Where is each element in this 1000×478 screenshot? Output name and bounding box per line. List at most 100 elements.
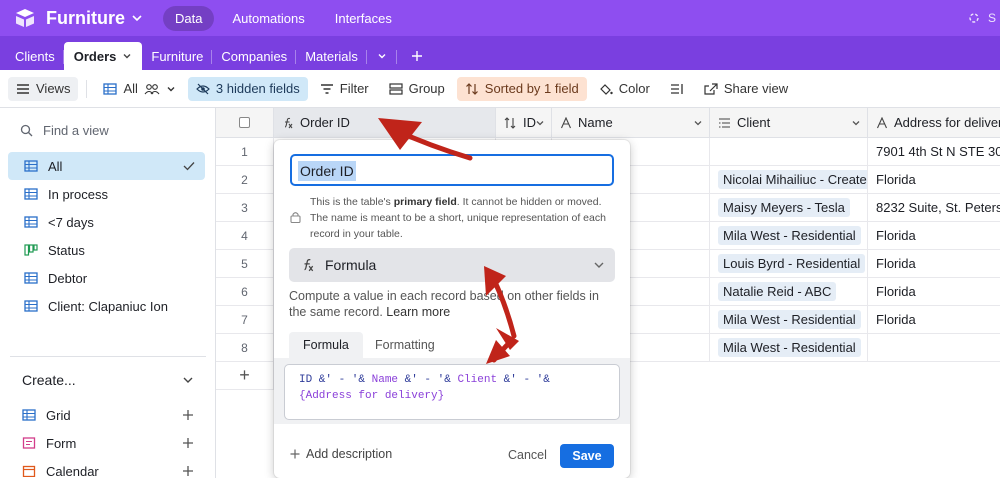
sort-button[interactable]: Sorted by 1 field (456, 76, 587, 101)
address-cell[interactable]: 7901 4th St N STE 300 S (868, 138, 1000, 165)
cancel-button[interactable]: Cancel (508, 448, 547, 462)
checkbox-icon[interactable] (239, 117, 250, 128)
sidebar-divider (10, 356, 206, 357)
base-name[interactable]: Furniture (46, 8, 125, 29)
client-cell[interactable]: Nicolai Mihailiuc - CreateGo (710, 166, 868, 193)
hidden-fields-label: 3 hidden fields (215, 81, 300, 96)
text-field-icon (876, 116, 888, 129)
client-cell[interactable] (710, 138, 868, 165)
save-button[interactable]: Save (560, 444, 614, 468)
formula-input[interactable]: ID &' - '& Name &' - '& Client &' - '& {… (284, 364, 620, 420)
add-description-button[interactable]: Add description (290, 447, 392, 461)
view-switcher-button[interactable]: All (95, 77, 183, 101)
address-cell[interactable]: Florida (868, 222, 1000, 249)
select-all-checkbox-cell[interactable] (216, 108, 274, 137)
plus-icon[interactable] (182, 465, 194, 477)
address-cell[interactable]: Florida (868, 278, 1000, 305)
nav-automations[interactable]: Automations (220, 6, 316, 31)
users-icon (144, 83, 160, 95)
share-view-button[interactable]: Share view (696, 77, 796, 101)
learn-more-link[interactable]: Learn more (386, 305, 450, 319)
hidden-fields-button[interactable]: 3 hidden fields (187, 76, 308, 101)
sidebar-view-client-clapaniuc[interactable]: Client: Clapaniuc Ion (8, 292, 205, 320)
row-number[interactable]: 3 (216, 194, 274, 221)
column-header-address[interactable]: Address for delivery (868, 108, 1000, 137)
tab-companies[interactable]: Companies (212, 42, 296, 70)
column-header-client[interactable]: Client (710, 108, 868, 137)
sidebar-view-debtor[interactable]: Debtor (8, 264, 205, 292)
create-view-section[interactable]: Create... (22, 372, 194, 388)
client-cell[interactable]: Mila West - Residential (710, 334, 868, 361)
address-cell[interactable]: Florida (868, 250, 1000, 277)
row-number[interactable]: 6 (216, 278, 274, 305)
linked-record-chip[interactable]: Mila West - Residential (718, 338, 861, 357)
add-table-plus-icon[interactable] (397, 42, 437, 70)
create-item-label: Calendar (46, 463, 99, 478)
linked-record-chip[interactable]: Natalie Reid - ABC (718, 282, 837, 301)
chevron-down-icon[interactable] (182, 374, 194, 386)
chevron-down-icon[interactable] (693, 118, 703, 128)
sidebar-view-7-days[interactable]: <7 days (8, 208, 205, 236)
row-number[interactable]: 8 (216, 334, 274, 361)
grid-icon (24, 160, 38, 172)
client-cell[interactable]: Mila West - Residential (710, 306, 868, 333)
nav-data[interactable]: Data (163, 5, 215, 31)
chevron-down-icon[interactable] (851, 118, 861, 128)
row-height-button[interactable] (662, 77, 692, 101)
top-right-text[interactable]: S (988, 11, 996, 25)
sidebar-view-in-process[interactable]: In process (8, 180, 205, 208)
airtable-logo-icon[interactable] (14, 7, 36, 29)
row-number[interactable]: 2 (216, 166, 274, 193)
tab-formula[interactable]: Formula (289, 332, 363, 358)
add-row-cell[interactable]: + (216, 362, 274, 390)
add-row-plus-icon[interactable]: + (216, 362, 274, 389)
tab-furniture[interactable]: Furniture (142, 42, 213, 70)
client-cell[interactable]: Maisy Meyers - Tesla (710, 194, 868, 221)
tab-formatting[interactable]: Formatting (361, 332, 449, 358)
group-label: Group (408, 81, 445, 96)
sidebar-view-status[interactable]: Status (8, 236, 205, 264)
linked-record-chip[interactable]: Nicolai Mihailiuc - CreateGo (718, 170, 867, 189)
views-button[interactable]: Views (8, 76, 79, 101)
address-cell[interactable] (868, 334, 1000, 361)
nav-interfaces[interactable]: Interfaces (323, 6, 404, 31)
create-grid-view[interactable]: Grid (22, 402, 194, 428)
group-button[interactable]: Group (381, 77, 453, 101)
plus-icon[interactable] (182, 437, 194, 449)
row-number[interactable]: 1 (216, 138, 274, 165)
chevron-down-icon[interactable] (122, 51, 132, 61)
linked-record-chip[interactable]: Louis Byrd - Residential (718, 254, 866, 273)
address-cell[interactable]: Florida (868, 166, 1000, 193)
views-sidebar: Find a view All In process <7 days Statu… (0, 108, 216, 478)
linked-record-chip[interactable]: Mila West - Residential (718, 310, 861, 329)
row-number[interactable]: 4 (216, 222, 274, 249)
find-view-search[interactable]: Find a view (0, 108, 215, 152)
chevron-down-icon[interactable] (535, 118, 545, 128)
column-header-id[interactable]: ID (496, 108, 552, 137)
create-calendar-view[interactable]: Calendar (22, 458, 194, 478)
linked-record-chip[interactable]: Mila West - Residential (718, 226, 861, 245)
row-number[interactable]: 7 (216, 306, 274, 333)
linked-record-chip[interactable]: Maisy Meyers - Tesla (718, 198, 850, 217)
sync-icon[interactable] (968, 12, 980, 24)
create-form-view[interactable]: Form (22, 430, 194, 456)
more-tables-chevron-icon[interactable] (367, 42, 397, 70)
sidebar-view-all[interactable]: All (8, 152, 205, 180)
tab-orders[interactable]: Orders (63, 42, 143, 70)
filter-button[interactable]: Filter (312, 77, 377, 101)
field-type-select[interactable]: Formula (289, 248, 615, 282)
column-header-name[interactable]: Name (552, 108, 710, 137)
tab-clients[interactable]: Clients (6, 42, 64, 70)
row-number[interactable]: 5 (216, 250, 274, 277)
color-button[interactable]: Color (591, 77, 658, 101)
chevron-down-icon[interactable] (131, 12, 143, 24)
tab-materials[interactable]: Materials (296, 42, 367, 70)
row-number-text: 2 (241, 172, 248, 187)
address-cell[interactable]: Florida (868, 306, 1000, 333)
client-cell[interactable]: Louis Byrd - Residential (710, 250, 868, 277)
address-cell[interactable]: 8232 Suite, St. Petersbu (868, 194, 1000, 221)
column-header-order-id[interactable]: Order ID (274, 108, 496, 137)
client-cell[interactable]: Mila West - Residential (710, 222, 868, 249)
client-cell[interactable]: Natalie Reid - ABC (710, 278, 868, 305)
plus-icon[interactable] (182, 409, 194, 421)
